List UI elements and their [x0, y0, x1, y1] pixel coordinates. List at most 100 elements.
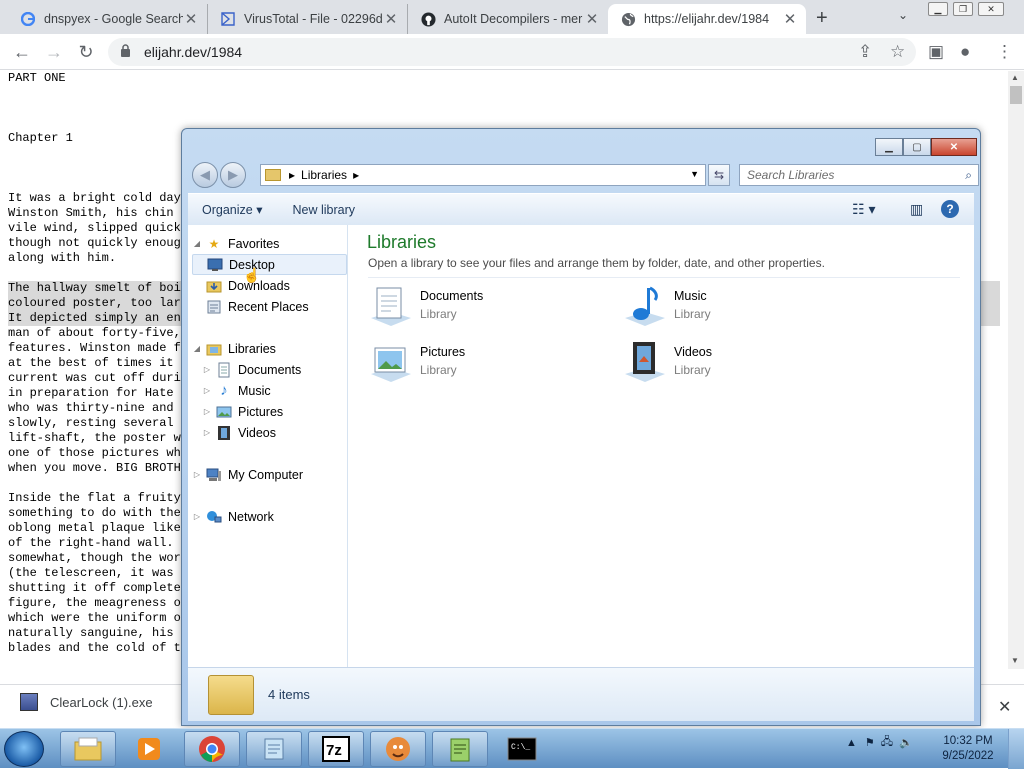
help-icon[interactable]: ? — [941, 200, 959, 218]
breadcrumb-chevron-icon[interactable]: ▸ — [289, 168, 295, 182]
tab-elijahr-1984[interactable]: https://elijahr.dev/1984 ✕ — [608, 4, 806, 34]
nav-network[interactable]: ▷ Network — [192, 506, 274, 527]
back-arrow-icon[interactable]: ← — [10, 41, 34, 63]
google-icon — [20, 11, 36, 27]
show-desktop-button[interactable] — [1008, 729, 1024, 769]
tab-google-search[interactable]: dnspyex - Google Search ✕ — [8, 4, 208, 34]
page-text-line: PART ONE — [8, 71, 66, 85]
nav-pictures[interactable]: ▷ Pictures — [202, 401, 283, 422]
taskbar-notepad-icon[interactable] — [246, 731, 302, 767]
collapse-arrow-icon[interactable]: ◢ — [192, 239, 202, 248]
desktop-icon — [207, 257, 223, 273]
library-videos[interactable]: Videos Library — [620, 339, 712, 387]
bookmark-star-icon[interactable]: ☆ — [890, 42, 905, 62]
downloads-folder-icon — [206, 278, 222, 294]
library-documents[interactable]: Documents Library — [366, 283, 483, 331]
breadcrumb-libraries[interactable]: Libraries — [301, 168, 347, 182]
explorer-address-bar[interactable]: ▸ Libraries ▸ ▼ — [260, 164, 706, 186]
start-button-windows-orb-icon[interactable] — [4, 731, 44, 767]
tab-autoit-decompilers[interactable]: AutoIt Decompilers - mer ✕ — [408, 4, 608, 34]
nav-recent-places[interactable]: Recent Places — [192, 296, 309, 317]
explorer-window: ▁ ▢ ✕ ◀ ▶ ▸ Libraries ▸ ▼ ⇆ Search Libra… — [181, 128, 981, 726]
nav-videos[interactable]: ▷ Videos — [202, 422, 276, 443]
action-center-flag-icon[interactable]: ⚑ — [865, 736, 875, 749]
forward-arrow-icon[interactable]: → — [42, 41, 66, 63]
lock-icon — [120, 44, 134, 60]
explorer-content-pane: Libraries Open a library to see your fil… — [348, 225, 974, 667]
explorer-forward-icon[interactable]: ▶ — [220, 162, 246, 188]
nav-favorites[interactable]: ◢ ★ Favorites — [192, 233, 279, 254]
taskbar-cmd-icon[interactable]: C:\_ — [494, 731, 550, 767]
explorer-search-input[interactable]: Search Libraries ⌕ — [739, 164, 979, 186]
mouse-pointer-icon: ☝ — [243, 267, 261, 283]
taskbar-notepadpp-icon[interactable] — [432, 731, 488, 767]
page-scrollbar-track[interactable] — [1008, 71, 1024, 669]
expand-arrow-icon[interactable]: ▷ — [192, 470, 202, 479]
volume-icon[interactable]: 🔈 — [899, 736, 913, 749]
address-bar[interactable]: elijahr.dev/1984 — [108, 38, 916, 66]
library-music[interactable]: Music Library — [620, 283, 711, 331]
preview-pane-icon[interactable]: ▥ — [910, 201, 923, 218]
page-scrollbar-thumb[interactable] — [1010, 86, 1022, 104]
network-disconnected-icon[interactable]: 🖧 — [881, 733, 893, 752]
organize-button[interactable]: Organize ▾ — [202, 202, 262, 217]
reload-icon[interactable]: ↻ — [74, 41, 98, 63]
scroll-up-arrow-icon[interactable]: ▲ — [1011, 73, 1019, 82]
browser-toolbar: ← → ↻ elijahr.dev/1984 ⇪ ☆ ▣ ● ⋮ — [0, 34, 1024, 70]
nav-music[interactable]: ▷ ♪ Music — [202, 380, 271, 401]
tab-close-icon[interactable]: ✕ — [183, 10, 199, 28]
scroll-down-arrow-icon[interactable]: ▼ — [1011, 656, 1019, 665]
download-shelf-close-icon[interactable]: ✕ — [998, 697, 1011, 717]
browser-menu-icon[interactable]: ⋮ — [996, 42, 1013, 62]
expand-arrow-icon[interactable]: ▷ — [192, 512, 202, 521]
nav-libraries[interactable]: ◢ Libraries — [192, 338, 276, 359]
expand-arrow-icon[interactable]: ▷ — [202, 386, 212, 395]
taskbar-clock[interactable]: 10:32 PM 9/25/2022 — [938, 734, 998, 764]
taskbar-chrome-icon[interactable] — [184, 731, 240, 767]
minimize-icon[interactable]: ▁ — [928, 2, 948, 16]
taskbar-media-player-icon[interactable] — [122, 731, 176, 767]
tab-title: dnspyex - Google Search — [44, 12, 183, 26]
nav-downloads[interactable]: Downloads — [192, 275, 290, 296]
new-library-button[interactable]: New library — [292, 203, 355, 217]
share-icon[interactable]: ⇪ — [858, 42, 872, 62]
library-pictures[interactable]: Pictures Library — [366, 339, 465, 387]
nav-desktop[interactable]: Desktop — [192, 254, 347, 275]
tab-close-icon[interactable]: ✕ — [584, 10, 600, 28]
svg-text:7z: 7z — [326, 742, 342, 759]
new-tab-plus-icon[interactable]: + — [816, 7, 828, 30]
explorer-back-icon[interactable]: ◀ — [192, 162, 218, 188]
refresh-icon[interactable]: ⇆ — [708, 164, 730, 186]
side-panel-icon[interactable]: ▣ — [928, 42, 944, 62]
collapse-arrow-icon[interactable]: ◢ — [192, 344, 202, 353]
download-item[interactable]: ClearLock (1).exe — [20, 693, 153, 711]
taskbar-explorer-icon[interactable] — [60, 731, 116, 767]
nav-documents[interactable]: ▷ Documents — [202, 359, 301, 380]
profile-avatar-icon[interactable]: ● — [960, 42, 970, 62]
taskbar-character-app-icon[interactable] — [370, 731, 426, 767]
tab-virustotal[interactable]: VirusTotal - File - 02296d ✕ — [208, 4, 408, 34]
expand-arrow-icon[interactable]: ▷ — [202, 365, 212, 374]
address-dropdown-icon[interactable]: ▼ — [690, 169, 699, 179]
expand-arrow-icon[interactable]: ▷ — [202, 428, 212, 437]
globe-icon — [620, 11, 636, 27]
nav-my-computer[interactable]: ▷ My Computer — [192, 464, 303, 485]
taskbar-7zip-icon[interactable]: 7z — [308, 731, 364, 767]
close-icon[interactable]: ✕ — [931, 138, 977, 156]
view-options-icon[interactable]: ☷ ▾ — [852, 201, 875, 218]
tab-search-chevron-icon[interactable]: ⌄ — [898, 8, 908, 22]
close-window-icon[interactable]: ✕ — [978, 2, 1004, 16]
documents-icon — [216, 362, 232, 378]
tab-close-icon[interactable]: ✕ — [383, 10, 399, 28]
restore-icon[interactable]: ❐ — [953, 2, 973, 16]
tab-close-icon[interactable]: ✕ — [782, 10, 798, 28]
search-icon[interactable]: ⌕ — [965, 168, 972, 183]
svg-text:C:\_: C:\_ — [511, 743, 530, 752]
minimize-icon[interactable]: ▁ — [875, 138, 903, 156]
breadcrumb-chevron-icon[interactable]: ▸ — [353, 168, 359, 182]
videos-filmstrip-icon — [216, 425, 232, 441]
explorer-address-row: ◀ ▶ ▸ Libraries ▸ ▼ ⇆ Search Libraries ⌕ — [190, 161, 979, 189]
show-hidden-icons-icon[interactable]: ▲ — [846, 737, 857, 749]
expand-arrow-icon[interactable]: ▷ — [202, 407, 212, 416]
maximize-icon[interactable]: ▢ — [903, 138, 931, 156]
